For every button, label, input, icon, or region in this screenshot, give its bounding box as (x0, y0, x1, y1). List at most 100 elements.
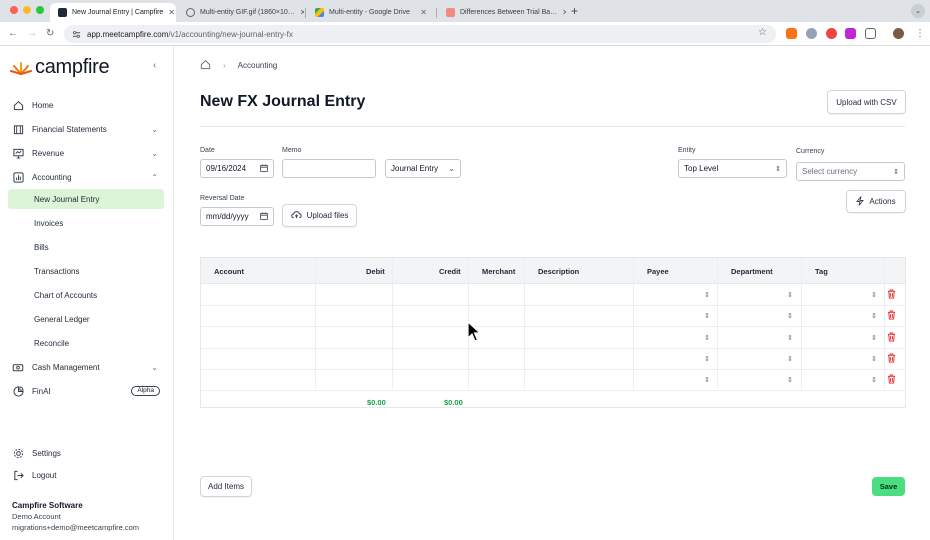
payee-select-caret-icon[interactable]: ⇕ (704, 312, 710, 320)
trash-icon[interactable] (887, 332, 896, 344)
chevron-down-icon: ⌄ (151, 362, 158, 372)
forward-icon[interactable]: → (27, 28, 37, 39)
breadcrumb: › Accounting (200, 59, 277, 72)
payee-select-caret-icon[interactable]: ⇕ (704, 376, 710, 384)
payee-select-caret-icon[interactable]: ⇕ (704, 334, 710, 342)
reload-icon[interactable]: ↻ (46, 28, 54, 39)
memo-label: Memo (282, 147, 302, 154)
calendar-icon[interactable] (260, 163, 268, 174)
tag-select-caret-icon[interactable]: ⇕ (871, 312, 877, 320)
department-select-caret-icon[interactable]: ⇕ (787, 355, 793, 363)
sidebar-item-financial-statements[interactable]: Financial Statements ⌄ (8, 119, 164, 139)
divider (200, 126, 905, 127)
tag-select-caret-icon[interactable]: ⇕ (871, 355, 877, 363)
sidebar-item-settings[interactable]: Settings (8, 443, 164, 463)
total-debit: $0.00 (367, 398, 386, 407)
new-tab-icon[interactable]: + (571, 4, 578, 18)
close-tab-icon[interactable]: ✕ (168, 8, 175, 17)
date-input[interactable]: 09/16/2024 (200, 159, 274, 178)
sidebar-item-new-journal-entry[interactable]: New Journal Entry (8, 189, 164, 209)
extension-shield-icon[interactable] (806, 28, 817, 39)
entity-select[interactable]: Top Level ⇕ (678, 159, 787, 178)
table-row[interactable]: ⇕ ⇕ ⇕ (201, 349, 905, 370)
sidebar-item-logout[interactable]: Logout (8, 465, 164, 485)
close-tab-icon[interactable]: ✕ (300, 8, 304, 17)
sidebar-item-home[interactable]: Home (8, 95, 164, 115)
browser-tab-trial-balance[interactable]: Differences Between Trial Ba… ✕ (438, 3, 566, 22)
url-field[interactable]: app.meetcampfire.com/v1/accounting/new-j… (64, 25, 776, 43)
finai-icon (12, 385, 24, 397)
trash-icon[interactable] (887, 289, 896, 301)
extension-red-icon[interactable] (826, 28, 837, 39)
campfire-logo[interactable]: campfire (10, 56, 110, 79)
browser-address-bar: ← → ↻ app.meetcampfire.com/v1/accounting… (0, 22, 930, 46)
logo-text: campfire (35, 56, 110, 78)
total-credit: $0.00 (444, 398, 463, 407)
trash-icon[interactable] (887, 374, 896, 386)
browser-tab-gif[interactable]: Multi-entity GIF.gif (1860×10… ✕ (178, 3, 304, 22)
sidebar-item-bills[interactable]: Bills (8, 237, 164, 257)
extension-flag-icon[interactable] (845, 28, 856, 39)
sidebar-item-finai[interactable]: FinAI Alpha (8, 381, 164, 401)
upload-csv-button[interactable]: Upload with CSV (827, 90, 906, 114)
sidebar-item-transactions[interactable]: Transactions (8, 261, 164, 281)
back-icon[interactable]: ← (8, 28, 18, 39)
sidebar-item-chart-of-accounts[interactable]: Chart of Accounts (8, 285, 164, 305)
trash-icon[interactable] (887, 353, 896, 365)
header-department: Department (731, 267, 773, 276)
breadcrumb-accounting[interactable]: Accounting (238, 61, 278, 70)
article-favicon-icon (446, 8, 455, 17)
sidebar-item-reconcile[interactable]: Reconcile (8, 333, 164, 353)
payee-select-caret-icon[interactable]: ⇕ (704, 291, 710, 299)
payee-select-caret-icon[interactable]: ⇕ (704, 355, 710, 363)
add-items-button[interactable]: Add Items (200, 476, 252, 497)
trash-icon[interactable] (887, 310, 896, 322)
tag-select-caret-icon[interactable]: ⇕ (871, 334, 877, 342)
reversal-date-input[interactable]: mm/dd/yyyy (200, 207, 274, 226)
window-minimize-button[interactable] (23, 6, 31, 14)
tab-search-icon[interactable]: ⌄ (911, 4, 925, 18)
browser-tab-campfire[interactable]: New Journal Entry | Campfire ✕ (50, 3, 176, 22)
entry-type-select[interactable]: Journal Entry ⌄ (385, 159, 461, 178)
department-select-caret-icon[interactable]: ⇕ (787, 334, 793, 342)
table-row[interactable]: ⇕ ⇕ ⇕ (201, 370, 905, 392)
department-select-caret-icon[interactable]: ⇕ (787, 376, 793, 384)
browser-tab-drive[interactable]: Multi-entity - Google Drive ✕ (307, 3, 435, 22)
upload-files-button[interactable]: Upload files (282, 204, 357, 227)
memo-input[interactable] (282, 159, 376, 178)
account-org: Campfire Software (12, 501, 83, 510)
table-row[interactable]: ⇕ ⇕ ⇕ (201, 285, 905, 306)
department-select-caret-icon[interactable]: ⇕ (787, 291, 793, 299)
collapse-sidebar-icon[interactable]: ‹ (153, 60, 156, 71)
tag-select-caret-icon[interactable]: ⇕ (871, 376, 877, 384)
bookmark-star-icon[interactable]: ☆ (758, 27, 767, 38)
extension-orange-icon[interactable] (786, 28, 797, 39)
sidebar-item-invoices[interactable]: Invoices (8, 213, 164, 233)
close-tab-icon[interactable]: ✕ (420, 8, 427, 17)
window-maximize-button[interactable] (36, 6, 44, 14)
sidebar-item-general-ledger[interactable]: General Ledger (8, 309, 164, 329)
department-select-caret-icon[interactable]: ⇕ (787, 312, 793, 320)
actions-button[interactable]: Actions (846, 190, 906, 213)
table-row[interactable]: ⇕ ⇕ ⇕ (201, 328, 905, 349)
home-breadcrumb-icon[interactable] (200, 59, 211, 72)
calendar-icon[interactable] (260, 211, 268, 222)
save-button[interactable]: Save (872, 477, 905, 496)
tag-select-caret-icon[interactable]: ⇕ (871, 291, 877, 299)
sidebar-item-accounting[interactable]: Accounting ⌃ (8, 167, 164, 187)
account-info: Campfire Software Demo Account migration… (12, 500, 139, 533)
profile-avatar[interactable] (893, 28, 904, 39)
header-payee: Payee (647, 267, 669, 276)
site-info-icon[interactable] (72, 30, 81, 39)
table-row[interactable]: ⇕ ⇕ ⇕ (201, 306, 905, 328)
close-tab-icon[interactable]: ✕ (562, 8, 566, 17)
date-label: Date (200, 147, 215, 154)
browser-menu-icon[interactable]: ⋮ (915, 28, 925, 39)
window-close-button[interactable] (10, 6, 18, 14)
browser-tab-bar: New Journal Entry | Campfire ✕ Multi-ent… (0, 0, 930, 22)
extensions-puzzle-icon[interactable] (865, 28, 876, 39)
sidebar-item-cash-management[interactable]: Cash Management ⌄ (8, 357, 164, 377)
currency-select[interactable]: Select currency ⇕ (796, 162, 905, 181)
chevron-down-icon: ⌄ (151, 124, 158, 134)
sidebar-item-revenue[interactable]: Revenue ⌄ (8, 143, 164, 163)
